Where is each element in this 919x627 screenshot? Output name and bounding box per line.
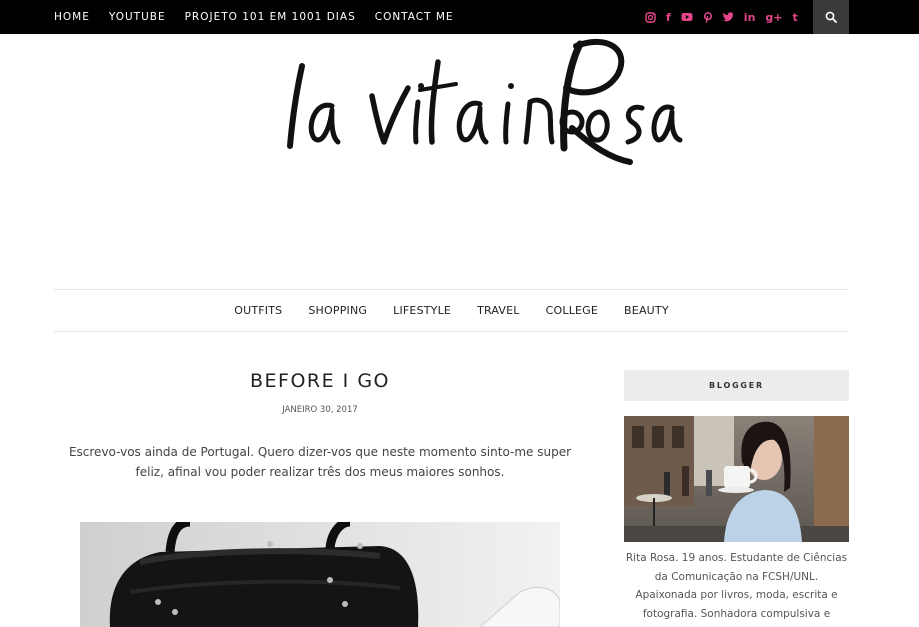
facebook-icon[interactable]: f — [666, 11, 671, 24]
top-nav-youtube[interactable]: YOUTUBE — [109, 11, 166, 23]
social-links: f in g+ t — [645, 0, 808, 34]
top-bar: HOME YOUTUBE PROJETO 101 EM 1001 DIAS CO… — [0, 0, 919, 34]
search-button[interactable] — [813, 0, 849, 34]
post-image[interactable] — [80, 522, 560, 627]
twitter-icon[interactable] — [722, 12, 734, 22]
instagram-icon[interactable] — [645, 11, 656, 23]
pinterest-icon[interactable] — [703, 11, 713, 23]
google-plus-icon[interactable]: g+ — [765, 11, 782, 24]
site-logo[interactable] — [280, 38, 700, 173]
category-nav: OUTFITS SHOPPING LIFESTYLE TRAVEL COLLEG… — [54, 289, 849, 332]
category-beauty[interactable]: BEAUTY — [624, 304, 669, 317]
top-nav: HOME YOUTUBE PROJETO 101 EM 1001 DIAS CO… — [54, 0, 473, 34]
post-title[interactable]: BEFORE I GO — [54, 370, 586, 392]
category-lifestyle[interactable]: LIFESTYLE — [393, 304, 451, 317]
blogger-photo — [624, 416, 849, 542]
widget-title-text: BLOGGER — [708, 381, 765, 390]
youtube-icon[interactable] — [681, 12, 693, 22]
post-date: JANEIRO 30, 2017 — [282, 405, 358, 415]
category-travel[interactable]: TRAVEL — [477, 304, 520, 317]
category-college[interactable]: COLLEGE — [546, 304, 598, 317]
sidebar-widget-title: BLOGGER — [624, 370, 849, 401]
top-nav-projeto[interactable]: PROJETO 101 EM 1001 DIAS — [185, 11, 356, 23]
category-shopping[interactable]: SHOPPING — [308, 304, 367, 317]
search-icon — [825, 11, 837, 23]
category-outfits[interactable]: OUTFITS — [234, 304, 282, 317]
tumblr-icon[interactable]: t — [793, 11, 798, 24]
post-excerpt: Escrevo-vos ainda de Portugal. Quero diz… — [68, 445, 572, 479]
blogger-about: Rita Rosa. 19 anos. Estudante de Ciência… — [625, 552, 848, 627]
top-nav-contact[interactable]: CONTACT ME — [375, 11, 454, 23]
top-nav-home[interactable]: HOME — [54, 11, 90, 23]
linkedin-icon[interactable]: in — [744, 11, 756, 24]
